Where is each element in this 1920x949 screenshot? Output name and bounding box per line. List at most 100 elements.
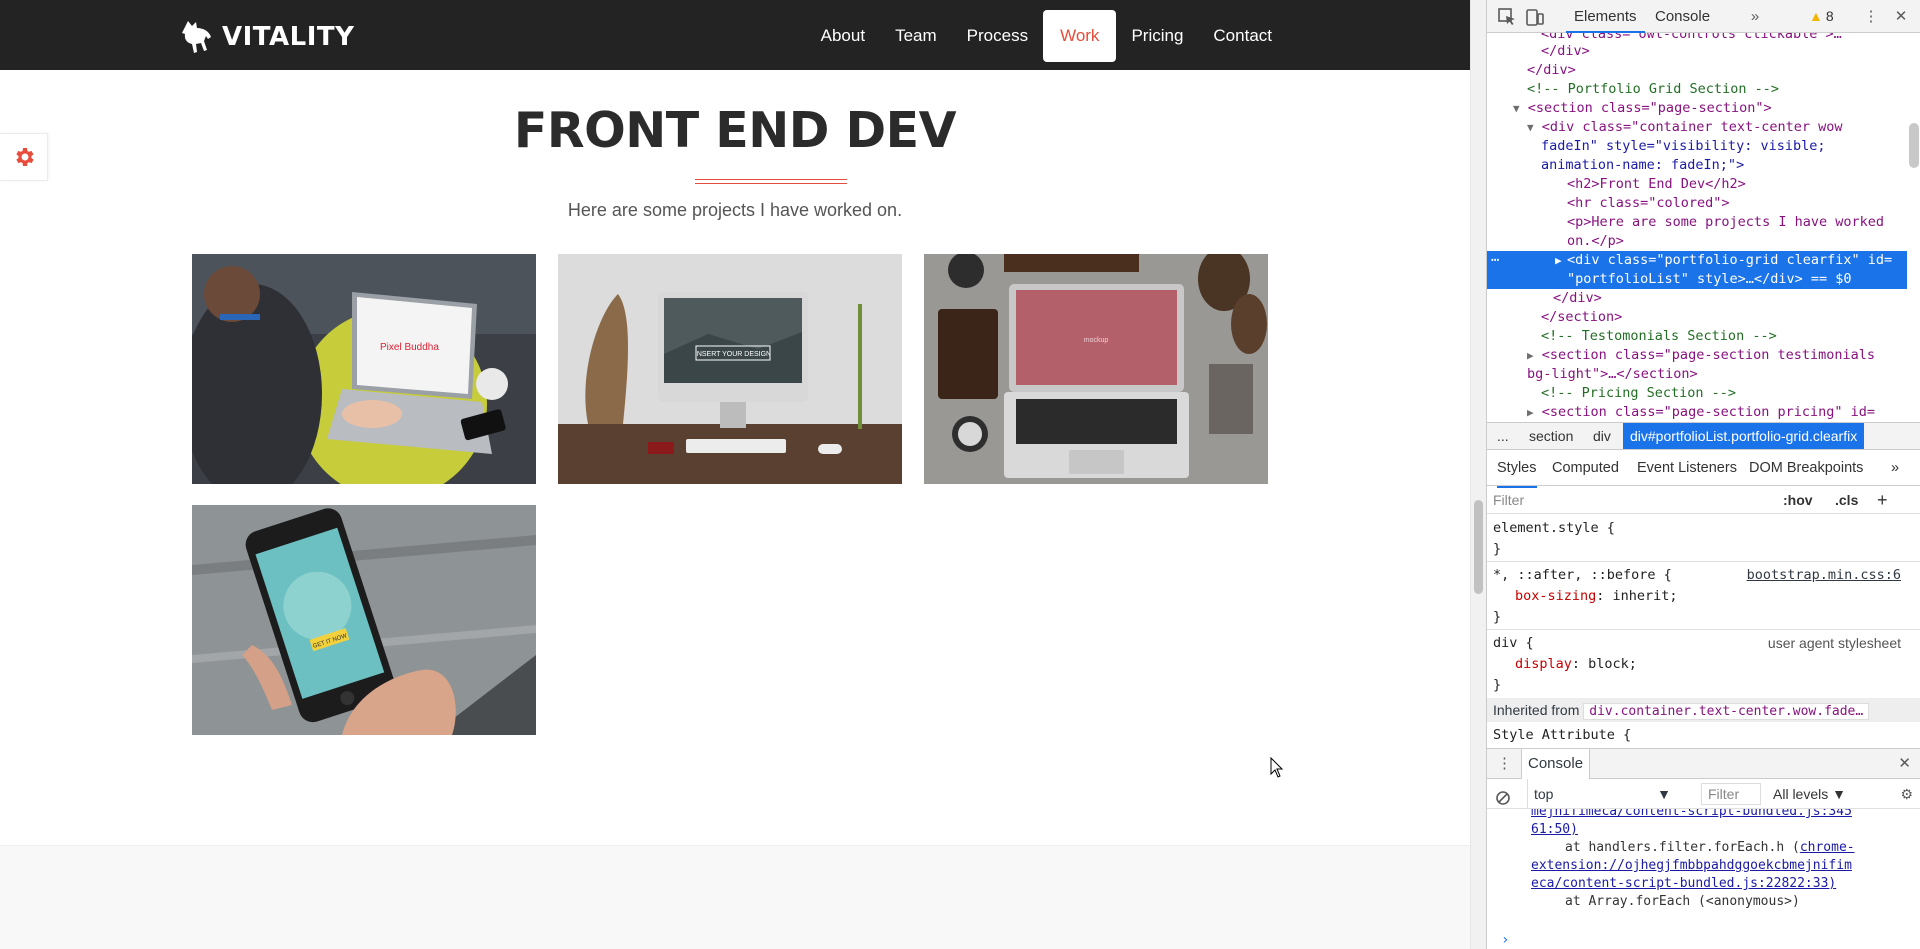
collapsed-triangle-icon[interactable]: ▶ <box>1555 251 1562 270</box>
close-devtools-icon[interactable]: ✕ <box>1891 7 1911 27</box>
add-rule-icon[interactable]: + <box>1877 486 1888 514</box>
log-levels-select[interactable]: All levels ▼ <box>1773 779 1846 809</box>
nav-contact[interactable]: Contact <box>1198 10 1287 62</box>
imac-screen-text: INSERT YOUR DESIGN <box>695 351 771 358</box>
top-navbar: VITALITY About Team Process Work Pricing… <box>0 0 1470 70</box>
dom-line-testimonials[interactable]: ▶ <section class="page-section testimoni… <box>1527 346 1920 365</box>
selected-dom-node[interactable]: ⋯ ▶ <div class="portfolio-grid clearfix"… <box>1487 251 1907 289</box>
rule-close: } <box>1493 541 1502 557</box>
dom-line[interactable]: animation-name: fadeIn;"> <box>1541 156 1920 175</box>
tab-console[interactable]: Console <box>1651 0 1714 33</box>
title-divider <box>695 179 847 184</box>
dom-line[interactable]: bg-light">…</section> <box>1527 365 1920 384</box>
nav-work[interactable]: Work <box>1043 10 1117 62</box>
portfolio-item-macbook[interactable]: mockup <box>924 254 1268 484</box>
console-toolbar: top ▼ Filter All levels ▼ ⚙ <box>1487 779 1920 809</box>
elements-scrollbar-thumb[interactable] <box>1909 123 1919 168</box>
nav-process[interactable]: Process <box>952 10 1043 62</box>
styles-rules: element.style { } *, ::after, ::before {… <box>1487 514 1920 748</box>
dom-line[interactable]: </div> <box>1541 42 1920 61</box>
imac-mockup-image: INSERT YOUR DESIGN <box>558 254 902 484</box>
rule-declaration[interactable]: display: block; <box>1515 654 1637 675</box>
nav-about[interactable]: About <box>806 10 880 62</box>
dom-comment[interactable]: <!-- Testomonials Section --> <box>1541 327 1920 346</box>
dom-line-p[interactable]: <p>Here are some projects I have worked <box>1567 213 1920 232</box>
dom-comment[interactable]: <!-- Pricing Section --> <box>1541 384 1920 403</box>
drawer-tab-console[interactable]: Console <box>1521 749 1591 779</box>
cls-toggle[interactable]: .cls <box>1835 486 1858 514</box>
more-tabs-icon[interactable]: » <box>1745 7 1765 27</box>
console-prompt-icon[interactable]: › <box>1501 931 1509 949</box>
console-settings-gear-icon[interactable]: ⚙ <box>1900 779 1913 809</box>
chevron-down-icon: ▼ <box>1832 786 1846 802</box>
rule-selector[interactable]: element.style { <box>1493 518 1615 539</box>
context-select[interactable]: top ▼ <box>1527 779 1677 809</box>
dom-line[interactable]: </div> <box>1553 289 1920 308</box>
console-output: mejnifimeca/content-script-bundled.js:34… <box>1487 809 1920 949</box>
dom-line[interactable]: on.</p> <box>1567 232 1920 251</box>
rule-selector[interactable]: *, ::after, ::before { <box>1493 565 1672 586</box>
breadcrumb-more[interactable]: ... <box>1497 423 1509 449</box>
brand-logo[interactable]: VITALITY <box>178 17 354 57</box>
expand-triangle-icon[interactable]: ▼ <box>1527 121 1534 134</box>
portfolio-item-imac[interactable]: INSERT YOUR DESIGN <box>558 254 902 484</box>
stack-line: at handlers.filter.forEach.h (chrome- <box>1565 840 1855 855</box>
rule-selector[interactable]: Style Attribute { <box>1493 725 1631 746</box>
stack-line: 61:50) <box>1531 822 1578 837</box>
more-subtabs-icon[interactable]: » <box>1891 450 1899 486</box>
dom-comment[interactable]: <!-- Portfolio Grid Section --> <box>1527 80 1920 99</box>
section-title: FRONT END DEV <box>513 102 957 159</box>
styles-filter-bar: Filter :hov .cls + <box>1487 486 1920 514</box>
dom-line[interactable]: </section> <box>1541 308 1920 327</box>
stack-link[interactable]: extension://ojhegjfmbbpahdggoekcbmejnifi… <box>1531 857 1852 875</box>
tab-event-listeners[interactable]: Event Listeners <box>1637 450 1737 486</box>
tab-elements[interactable]: Elements <box>1566 0 1645 33</box>
tab-computed[interactable]: Computed <box>1552 450 1619 486</box>
breadcrumb-section[interactable]: section <box>1529 423 1573 449</box>
dom-line-hr[interactable]: <hr class="colored"> <box>1567 194 1920 213</box>
rule-declaration[interactable]: box-sizing: inherit; <box>1515 586 1678 607</box>
inherited-from-header: Inherited from div.container.text-center… <box>1487 698 1920 722</box>
close-drawer-icon[interactable]: ✕ <box>1898 749 1911 779</box>
warning-counter[interactable]: ▲ 8 <box>1809 6 1834 26</box>
inspect-element-icon[interactable] <box>1497 7 1517 27</box>
device-toolbar-icon[interactable] <box>1525 7 1545 27</box>
nav-team[interactable]: Team <box>880 10 952 62</box>
breadcrumb-selected[interactable]: div#portfolioList.portfolio-grid.clearfi… <box>1623 423 1865 449</box>
dom-line[interactable]: </div> <box>1527 61 1920 80</box>
rule-close: } <box>1493 677 1502 693</box>
collapsed-triangle-icon[interactable]: ▶ <box>1527 406 1534 419</box>
portfolio-item-iphone[interactable]: GET IT NOW <box>192 505 536 735</box>
kebab-menu-icon[interactable]: ⋮ <box>1861 7 1881 27</box>
styles-filter-input[interactable]: Filter <box>1493 486 1524 514</box>
dom-line-pricing[interactable]: ▶ <section class="page-section pricing" … <box>1527 403 1920 422</box>
page-scrollbar-thumb[interactable] <box>1474 500 1483 594</box>
stack-link[interactable]: eca/content-script-bundled.js:22822:33) <box>1531 875 1836 893</box>
expand-triangle-icon[interactable]: ▼ <box>1513 102 1520 115</box>
rule-close: } <box>1493 609 1502 625</box>
tab-styles[interactable]: Styles <box>1497 450 1537 488</box>
breadcrumb-div[interactable]: div <box>1593 423 1611 449</box>
rule-source: user agent stylesheet <box>1767 635 1901 651</box>
dom-line-h2[interactable]: <h2>Front End Dev</h2> <box>1567 175 1920 194</box>
drawer-menu-icon[interactable]: ⋮ <box>1497 749 1512 779</box>
website-viewport: VITALITY About Team Process Work Pricing… <box>0 0 1470 949</box>
tab-dom-breakpoints[interactable]: DOM Breakpoints <box>1749 450 1863 486</box>
page-scrollbar[interactable] <box>1470 0 1486 949</box>
inherited-from-link[interactable]: div.container.text-center.wow.fade… <box>1583 703 1870 720</box>
hov-toggle[interactable]: :hov <box>1783 486 1813 514</box>
laptop-screen-text: Pixel Buddha <box>380 342 439 353</box>
node-options-icon[interactable]: ⋯ <box>1491 251 1499 270</box>
console-drawer: ⋮ Console ✕ top ▼ Filter All levels ▼ ⚙ m… <box>1487 748 1920 949</box>
collapsed-triangle-icon[interactable]: ▶ <box>1527 349 1534 362</box>
nav-pricing[interactable]: Pricing <box>1116 10 1198 62</box>
dom-line-container[interactable]: ▼ <div class="container text-center wow <box>1527 118 1920 137</box>
console-filter-input[interactable]: Filter <box>1701 783 1761 805</box>
portfolio-item-laptop[interactable]: Pixel Buddha <box>192 254 536 484</box>
dom-line[interactable]: fadeIn" style="visibility: visible; <box>1541 137 1920 156</box>
dom-line-section[interactable]: ▼ <section class="page-section"> <box>1513 99 1920 118</box>
rule-source-link[interactable]: bootstrap.min.css:6 <box>1747 565 1901 586</box>
stack-link[interactable]: mejnifimeca/content-script-bundled.js:34… <box>1531 809 1852 821</box>
rule-selector[interactable]: div { <box>1493 633 1534 654</box>
devtools-panel: Elements Console » ▲ 8 ⋮ ✕ <div class="ow… <box>1486 0 1920 949</box>
